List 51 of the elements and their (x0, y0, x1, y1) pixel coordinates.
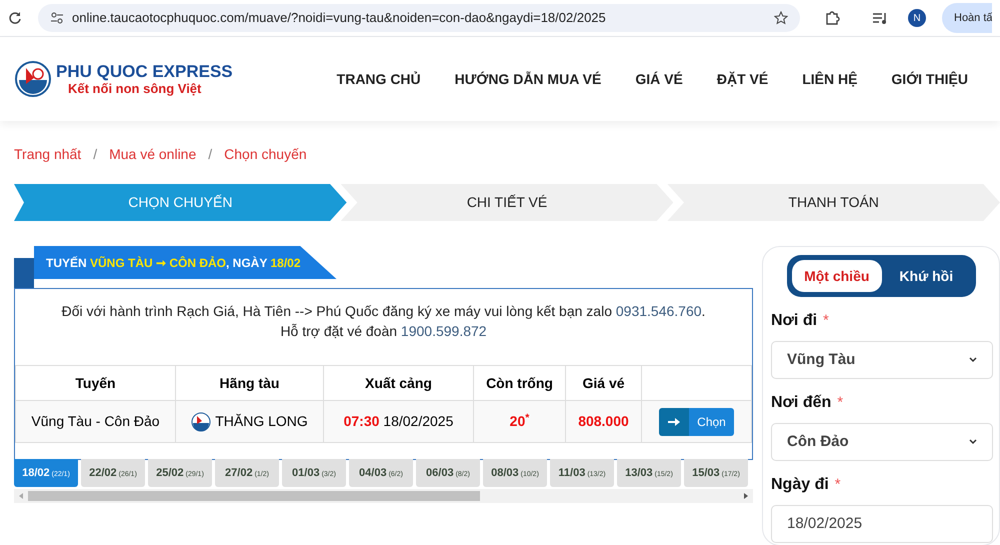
breadcrumb-separator: / (93, 145, 98, 164)
column-header: Hãng tàu (176, 366, 324, 400)
breadcrumb-link[interactable]: Chọn chuyến (224, 144, 307, 165)
required-mark: * (823, 310, 829, 331)
profile-avatar[interactable]: N (908, 9, 926, 27)
breadcrumb-separator: / (208, 145, 212, 164)
operator-logo-icon (191, 412, 212, 432)
trip-type-toggle[interactable]: Một chiều (792, 260, 882, 292)
nav-link[interactable]: HƯỚNG DẪN MUA VÉ (454, 68, 602, 90)
scrollbar-thumb[interactable] (28, 491, 480, 501)
address-bar[interactable]: online.taucaotocphuquoc.com/muave/?noidi=vung-tau&noiden=con-dao&ngaydi=18/02/2025 (38, 4, 800, 32)
column-header: Xuất cảng (324, 366, 474, 400)
scrollbar[interactable] (14, 489, 753, 503)
price-cell: 808.000 (566, 400, 642, 442)
column-header: Tuyến (16, 366, 176, 400)
breadcrumb-link[interactable]: Mua vé online (109, 144, 196, 165)
field-label: Nơi đến (771, 393, 832, 413)
arrow-icon (668, 416, 680, 426)
route-banner: TUYẾN VŨNG TÀU ➞ CÔN ĐẢO, NGÀY 18/02 (34, 246, 337, 279)
notice-text: Hỗ trợ đặt vé đoàn 1900.599.872 (279, 322, 488, 341)
dropdown-field[interactable]: Côn Đảo (771, 423, 993, 461)
notice-text: Đối với hành trình Rạch Giá, Hà Tiên --> Phú Quốc đăng ký xe máy vui lòng kết bạn zalo 0931.546.760. (60, 302, 706, 321)
logo-icon (14, 60, 52, 98)
operator-name: THĂNG LONG (215, 412, 308, 431)
date-field[interactable]: 18/02/2025 (771, 505, 993, 543)
seats-cell: 20$^{*}$ (474, 400, 566, 442)
table-cell: Vũng Tàu - Côn Đảo (16, 400, 176, 442)
field-label: Ngày đi (771, 475, 829, 495)
chevron-down-icon (969, 357, 977, 363)
site-settings-icon[interactable] (50, 12, 64, 24)
departure-cell: 07:30 18/02/2025 (324, 400, 474, 442)
nav-link[interactable]: TRANG CHỦ (336, 68, 421, 90)
banner-fold (14, 258, 34, 288)
url-text: online.taucaotocphuquoc.com/muave/?noidi=vung-tau&noiden=con-dao&ngaydi=18/02/2025 (72, 9, 607, 28)
required-mark: * (834, 474, 841, 495)
star-icon[interactable] (774, 11, 788, 25)
trip-type-toggle[interactable]: Khứ hồi (882, 260, 971, 292)
required-mark: * (837, 392, 844, 413)
nav-link[interactable]: ĐẶT VÉ (716, 68, 768, 90)
dropdown-field[interactable]: Vũng Tàu (771, 341, 993, 379)
media-icon[interactable] (872, 11, 888, 25)
nav-link[interactable]: GIÁ VÉ (635, 68, 683, 90)
chevron-down-icon (969, 439, 977, 445)
breadcrumb-link[interactable]: Trang nhất (14, 144, 82, 165)
nav-link[interactable]: GIỚI THIỆU (891, 68, 968, 90)
logo-name: PHU QUOC EXPRESS (56, 63, 233, 80)
nav-link[interactable]: LIÊN HỆ (802, 68, 858, 90)
reload-icon[interactable] (8, 11, 22, 25)
field-label: Nơi đi (771, 311, 818, 331)
puzzle-icon[interactable] (824, 10, 840, 26)
logo-tagline: Kết nối non sông Việt (68, 82, 202, 95)
